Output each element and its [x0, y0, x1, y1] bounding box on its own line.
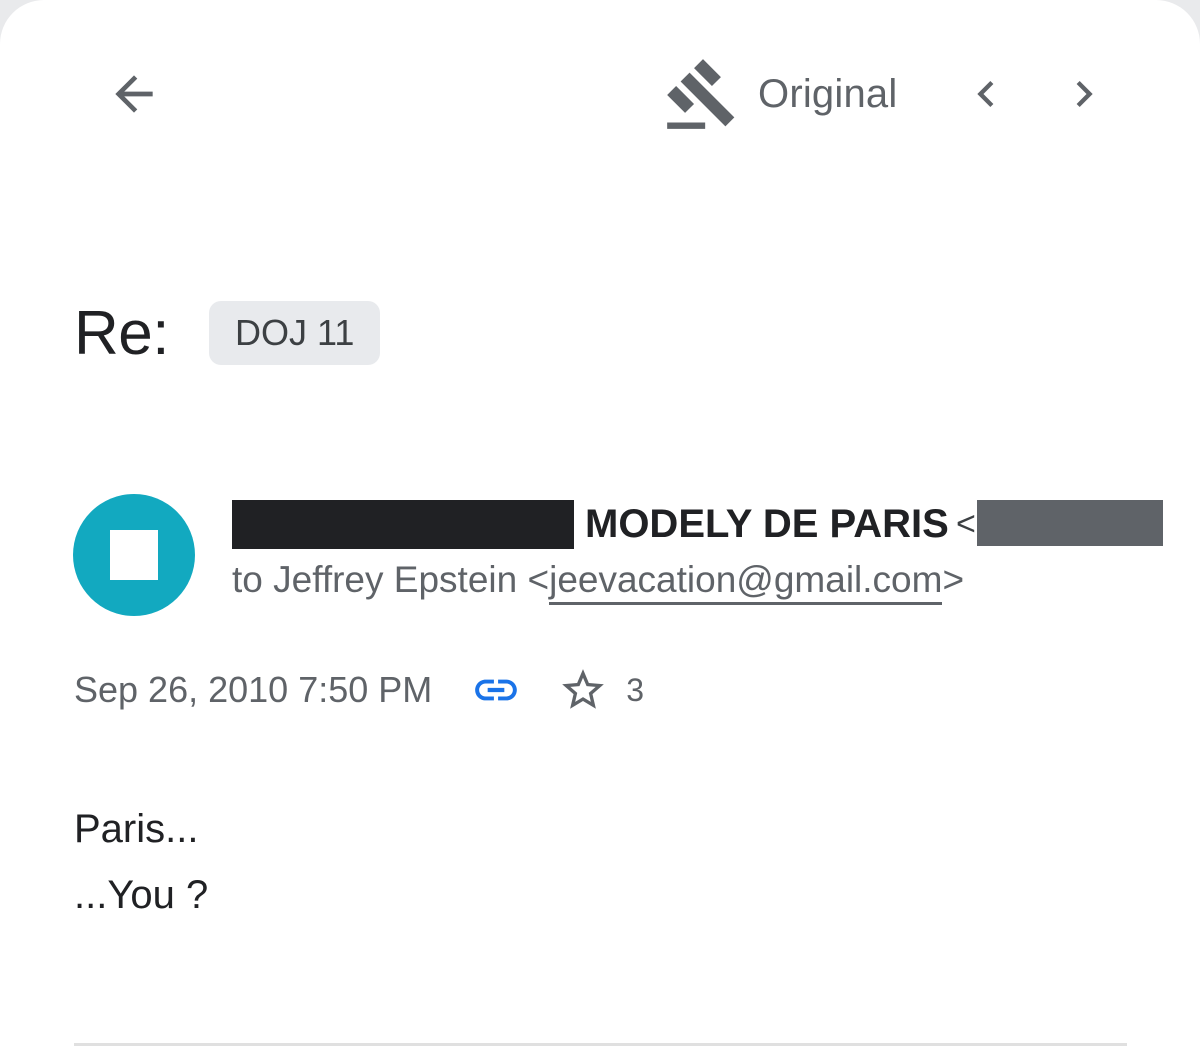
label-chip[interactable]: DOJ 11 — [208, 301, 381, 365]
email-screen: Original Re: DOJ 11 MODELY DE PARIS < to… — [0, 0, 1200, 1048]
sender-name[interactable]: MODELY DE PARIS — [585, 498, 949, 550]
email-date: Sep 26, 2010 7:50 PM — [74, 669, 433, 710]
gavel-icon — [667, 59, 735, 129]
redaction-bar — [977, 500, 1163, 546]
recipient-prefix: to Jeffrey Epstein < — [232, 559, 550, 600]
star-button[interactable] — [558, 664, 608, 716]
original-button[interactable]: Original — [664, 56, 897, 132]
recipient-suffix: > — [942, 559, 965, 600]
recipient-line[interactable]: to Jeffrey Epstein <jeevacation@gmail.co… — [232, 556, 965, 605]
chevron-left-icon — [977, 81, 994, 107]
divider — [74, 1043, 1127, 1046]
previous-email-button[interactable] — [960, 62, 1012, 126]
link-button[interactable] — [470, 664, 522, 716]
redaction-bar — [232, 500, 574, 549]
body-line: Paris... — [74, 807, 199, 851]
email-subject: Re: — [74, 298, 169, 368]
body-line: ...You ? — [74, 873, 209, 917]
subject-row: Re: DOJ 11 — [74, 296, 381, 370]
recipient-email-link[interactable]: jeevacation@gmail.com — [549, 559, 943, 605]
sender-avatar[interactable] — [73, 494, 195, 616]
original-label: Original — [758, 71, 898, 116]
sender-email-open: < — [956, 505, 976, 543]
chevron-right-icon — [1076, 81, 1093, 107]
message-count: 3 — [626, 671, 645, 708]
star-outline-icon — [562, 669, 605, 709]
avatar-square-icon — [110, 530, 158, 580]
next-email-button[interactable] — [1058, 62, 1110, 126]
link-icon — [475, 679, 518, 701]
back-button[interactable] — [98, 62, 170, 126]
arrow-back-icon — [115, 75, 153, 113]
meta-row: Sep 26, 2010 7:50 PM 3 — [74, 664, 644, 716]
email-body: Paris... ...You ? — [74, 796, 208, 928]
